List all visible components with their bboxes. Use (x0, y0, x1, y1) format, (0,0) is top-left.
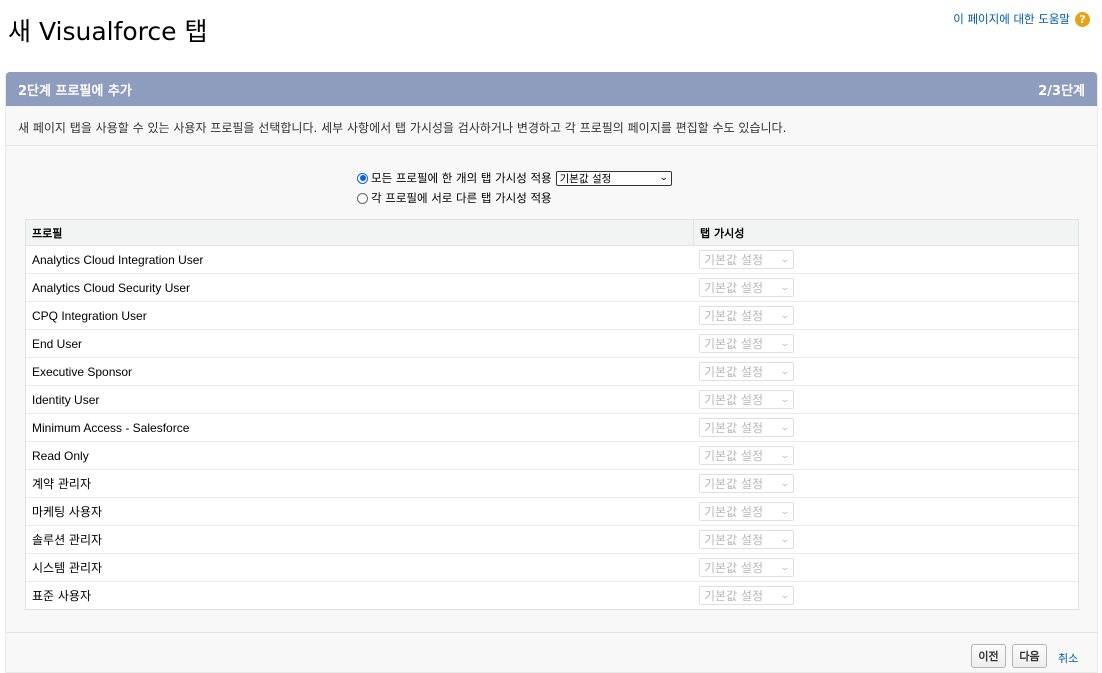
chevron-down-icon: ⌄ (780, 422, 791, 433)
tab-visibility-select[interactable]: 기본값 설정 ⌄ (699, 250, 794, 269)
chevron-down-icon: ⌄ (780, 450, 791, 461)
table-row: Read Only 기본값 설정 ⌄ (26, 442, 1078, 470)
tab-visibility-select[interactable]: 기본값 설정 ⌄ (699, 334, 794, 353)
step-title: 2단계 프로필에 추가 (18, 83, 132, 99)
profile-name: 솔루션 관리자 (32, 533, 103, 547)
page-title: 새 Visualforce 탭 (8, 17, 208, 46)
tab-visibility-select[interactable]: 기본값 설정 ⌄ (699, 418, 794, 437)
profile-table: 프로필 탭 가시성 Analytics Cloud Integration Us… (25, 219, 1079, 610)
tab-visibility-value: 기본값 설정 (704, 449, 764, 463)
cancel-link[interactable]: 취소 (1058, 650, 1078, 666)
visibility-options: 모든 프로필에 한 개의 탭 가시성 적용 기본값 설정 ⌄ 각 프로필에 서로… (357, 168, 672, 208)
profile-name: CPQ Integration User (32, 308, 147, 323)
help-link-label[interactable]: 이 페이지에 대한 도움말 (953, 11, 1070, 27)
help-link[interactable]: 이 페이지에 대한 도움말 ? (953, 11, 1090, 27)
table-row: 표준 사용자 기본값 설정 ⌄ (26, 582, 1078, 609)
help-icon[interactable]: ? (1075, 11, 1090, 27)
apply-all-option[interactable]: 모든 프로필에 한 개의 탭 가시성 적용 기본값 설정 ⌄ (357, 168, 672, 188)
profile-name: Executive Sponsor (32, 364, 133, 379)
step-counter: 2/3단계 (1038, 83, 1085, 99)
table-row: Minimum Access - Salesforce 기본값 설정 ⌄ (26, 414, 1078, 442)
profile-name: 시스템 관리자 (32, 561, 103, 575)
profile-name: Analytics Cloud Security User (32, 280, 191, 295)
tab-visibility-select[interactable]: 기본값 설정 ⌄ (699, 446, 794, 465)
header-profile: 프로필 (26, 220, 694, 245)
panel-description: 새 페이지 탭을 사용할 수 있는 사용자 프로필을 선택합니다. 세부 사항에… (6, 106, 1097, 146)
table-row: Identity User 기본값 설정 ⌄ (26, 386, 1078, 414)
tab-visibility-select[interactable]: 기본값 설정 ⌄ (699, 278, 794, 297)
tab-visibility-select[interactable]: 기본값 설정 ⌄ (699, 390, 794, 409)
tab-visibility-select[interactable]: 기본값 설정 ⌄ (699, 474, 794, 493)
tab-visibility-value: 기본값 설정 (704, 365, 764, 379)
chevron-down-icon: ⌄ (780, 506, 791, 517)
profile-name: Read Only (32, 448, 89, 463)
chevron-down-icon: ⌄ (780, 562, 791, 573)
tab-visibility-value: 기본값 설정 (704, 337, 764, 351)
table-row: 솔루션 관리자 기본값 설정 ⌄ (26, 526, 1078, 554)
tab-visibility-value: 기본값 설정 (704, 253, 764, 267)
apply-all-radio[interactable] (357, 172, 368, 184)
previous-button[interactable]: 이전 (971, 644, 1006, 668)
chevron-down-icon: ⌄ (780, 310, 791, 321)
chevron-down-icon: ⌄ (780, 366, 791, 377)
panel-header: 2단계 프로필에 추가 2/3단계 (6, 72, 1097, 106)
wizard-panel: 2단계 프로필에 추가 2/3단계 새 페이지 탭을 사용할 수 있는 사용자 … (5, 72, 1098, 673)
table-row: 마케팅 사용자 기본값 설정 ⌄ (26, 498, 1078, 526)
chevron-down-icon: ⌄ (780, 590, 791, 601)
chevron-down-icon: ⌄ (780, 478, 791, 489)
chevron-down-icon: ⌄ (780, 254, 791, 265)
profile-name: Identity User (32, 392, 100, 407)
apply-each-option[interactable]: 각 프로필에 서로 다른 탭 가시성 적용 (357, 188, 672, 208)
chevron-down-icon: ⌄ (658, 173, 669, 183)
tab-visibility-value: 기본값 설정 (704, 505, 764, 519)
chevron-down-icon: ⌄ (780, 534, 791, 545)
apply-each-label[interactable]: 각 프로필에 서로 다른 탭 가시성 적용 (371, 190, 552, 206)
table-row: Executive Sponsor 기본값 설정 ⌄ (26, 358, 1078, 386)
table-row: 계약 관리자 기본값 설정 ⌄ (26, 470, 1078, 498)
profile-name: 표준 사용자 (32, 589, 92, 603)
tab-visibility-select[interactable]: 기본값 설정 ⌄ (699, 362, 794, 381)
tab-visibility-select[interactable]: 기본값 설정 ⌄ (699, 306, 794, 325)
next-button[interactable]: 다음 (1012, 644, 1047, 668)
tab-visibility-select[interactable]: 기본값 설정 ⌄ (699, 558, 794, 577)
tab-visibility-value: 기본값 설정 (704, 533, 764, 547)
tab-visibility-value: 기본값 설정 (704, 281, 764, 295)
tab-visibility-value: 기본값 설정 (704, 477, 764, 491)
apply-all-label[interactable]: 모든 프로필에 한 개의 탭 가시성 적용 (371, 170, 552, 186)
wizard-footer: 이전 다음 취소 (6, 632, 1097, 668)
chevron-down-icon: ⌄ (780, 338, 791, 349)
profile-name: Analytics Cloud Integration User (32, 252, 204, 267)
table-header: 프로필 탭 가시성 (26, 220, 1078, 246)
table-row: CPQ Integration User 기본값 설정 ⌄ (26, 302, 1078, 330)
header-tab-visibility: 탭 가시성 (700, 226, 745, 240)
tab-visibility-value: 기본값 설정 (704, 561, 764, 575)
tab-visibility-value: 기본값 설정 (704, 421, 764, 435)
table-row: Analytics Cloud Integration User 기본값 설정 ⌄ (26, 246, 1078, 274)
table-row: 시스템 관리자 기본값 설정 ⌄ (26, 554, 1078, 582)
chevron-down-icon: ⌄ (780, 394, 791, 405)
profile-name: End User (32, 336, 83, 351)
profile-name: Minimum Access - Salesforce (32, 420, 190, 435)
tab-visibility-value: 기본값 설정 (704, 589, 764, 603)
tab-visibility-select[interactable]: 기본값 설정 ⌄ (699, 586, 794, 605)
apply-all-select[interactable]: 기본값 설정 ⌄ (555, 170, 672, 186)
apply-each-radio[interactable] (357, 192, 368, 204)
tab-visibility-select[interactable]: 기본값 설정 ⌄ (699, 530, 794, 549)
tab-visibility-select[interactable]: 기본값 설정 ⌄ (699, 502, 794, 521)
chevron-down-icon: ⌄ (780, 282, 791, 293)
profile-name: 계약 관리자 (32, 477, 92, 491)
tab-visibility-value: 기본값 설정 (704, 309, 764, 323)
table-row: End User 기본값 설정 ⌄ (26, 330, 1078, 358)
profile-name: 마케팅 사용자 (32, 505, 103, 519)
tab-visibility-value: 기본값 설정 (704, 393, 764, 407)
table-row: Analytics Cloud Security User 기본값 설정 ⌄ (26, 274, 1078, 302)
apply-all-select-value: 기본값 설정 (559, 172, 612, 185)
